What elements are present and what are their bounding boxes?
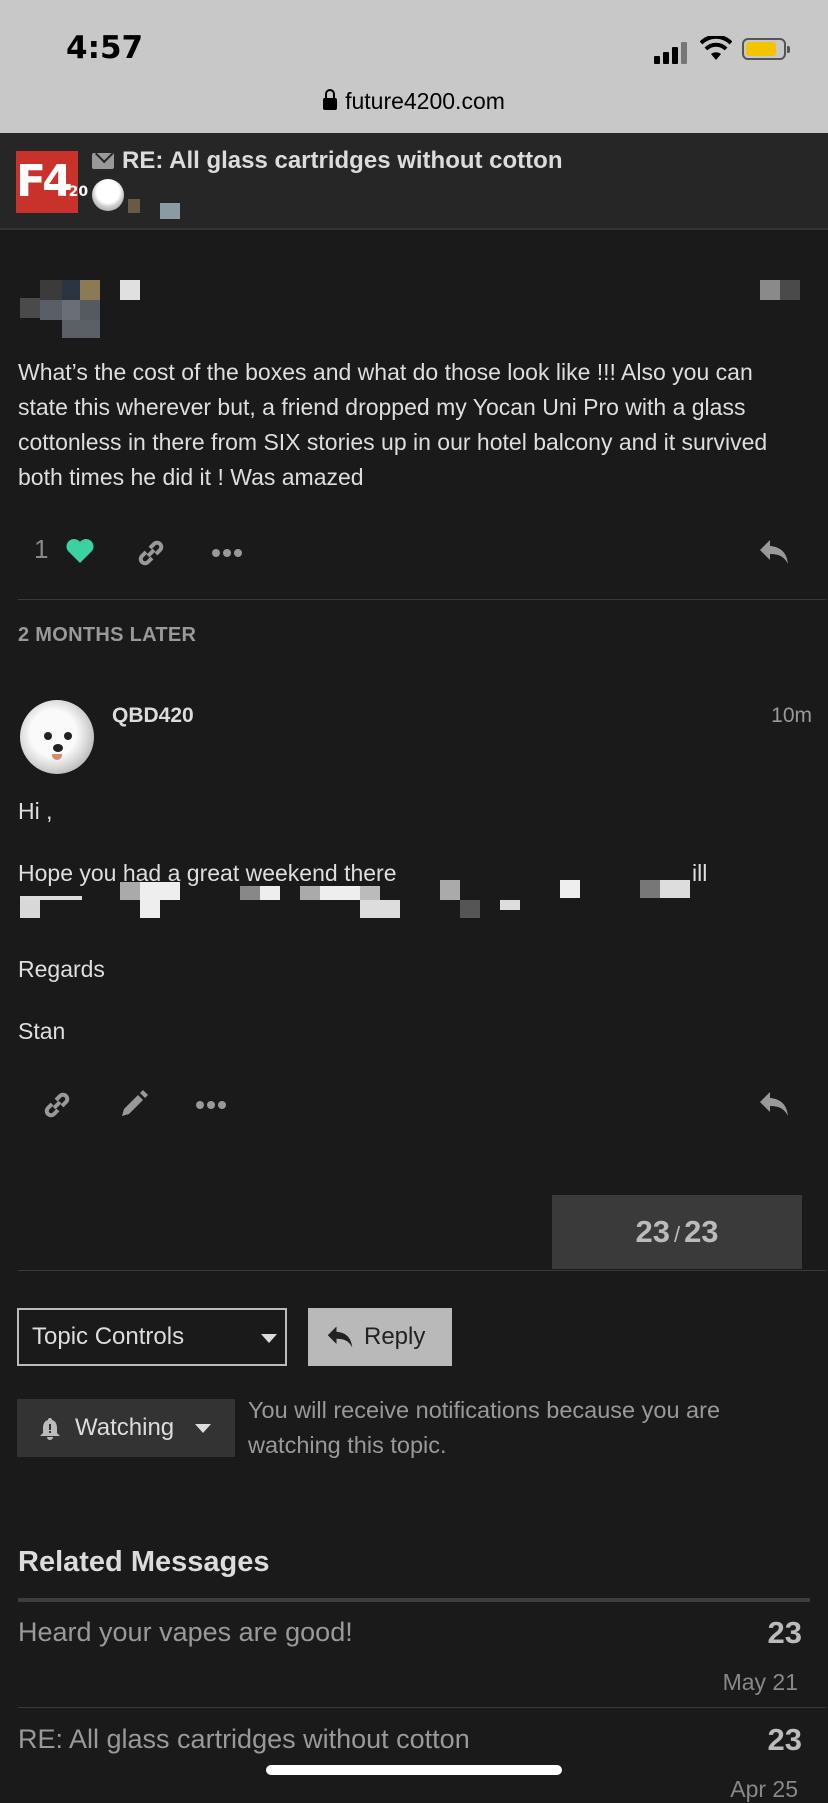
link-icon[interactable]	[42, 1090, 72, 1120]
participant-avatar[interactable]	[92, 179, 124, 211]
related-title[interactable]: Heard your vapes are good!	[18, 1617, 353, 1648]
caret-down-icon	[195, 1424, 211, 1433]
reply-icon	[327, 1326, 353, 1348]
pencil-icon[interactable]	[118, 1090, 148, 1120]
progress-current: 23	[635, 1214, 670, 1249]
bell-icon	[40, 1418, 60, 1440]
url-bar[interactable]: future4200.com	[0, 88, 828, 115]
greeting-text: Hi ,	[18, 798, 53, 824]
redacted-block	[128, 199, 140, 213]
progress-total: 23	[684, 1214, 719, 1249]
reply-icon[interactable]	[758, 538, 790, 566]
cellular-signal-icon	[654, 40, 688, 64]
wifi-icon	[700, 36, 732, 60]
avatar[interactable]	[20, 700, 94, 774]
username[interactable]: QBD420	[112, 704, 194, 728]
message-tail: ill	[692, 856, 752, 891]
battery-icon	[742, 38, 790, 60]
regards-text: Regards	[18, 956, 105, 982]
notification-description: You will receive notifications because y…	[248, 1397, 721, 1458]
topic-progress[interactable]: 23/23	[552, 1195, 802, 1269]
more-icon[interactable]	[212, 548, 242, 558]
url-text: future4200.com	[345, 88, 505, 114]
reply-count: 23	[767, 1615, 802, 1650]
reply-icon[interactable]	[758, 1090, 790, 1118]
related-title[interactable]: RE: All glass cartridges without cotton	[18, 1724, 470, 1755]
post-body: Regards	[18, 952, 808, 987]
watching-label: Watching	[75, 1414, 175, 1441]
topic-controls-dropdown[interactable]: Topic Controls	[17, 1308, 287, 1366]
post-actions: 1	[0, 530, 828, 574]
topic-controls-label: Topic Controls	[32, 1323, 185, 1350]
topic-header: F420 RE: All glass cartridges without co…	[0, 133, 828, 230]
related-messages-heading: Related Messages	[18, 1546, 270, 1578]
message-tail-text: ill	[692, 860, 708, 886]
post-actions	[0, 1082, 828, 1126]
heart-icon[interactable]	[66, 538, 94, 564]
status-time: 4:57	[66, 30, 144, 66]
signature-text: Stan	[18, 1018, 66, 1044]
reply-button[interactable]: Reply	[308, 1308, 452, 1366]
redacted-block	[160, 203, 180, 219]
envelope-icon	[92, 153, 114, 169]
post-time[interactable]: 10m	[771, 704, 812, 728]
post-text: What’s the cost of the boxes and what do…	[18, 359, 768, 490]
link-icon[interactable]	[136, 538, 166, 568]
time-gap-label: 2 MONTHS LATER	[18, 624, 197, 646]
divider	[18, 599, 826, 600]
activity-date: May 21	[722, 1669, 798, 1695]
lock-icon	[323, 89, 338, 110]
more-icon[interactable]	[196, 1100, 226, 1110]
post-body: What’s the cost of the boxes and what do…	[18, 355, 808, 495]
divider	[18, 1707, 826, 1708]
post-body: Hi ,	[18, 794, 808, 829]
divider	[18, 1598, 810, 1602]
post-body: Stan	[18, 1014, 808, 1049]
like-count: 1	[34, 534, 49, 564]
message-text: Hope you had a great weekend there	[18, 860, 397, 886]
site-logo[interactable]: F420	[16, 151, 88, 213]
progress-separator: /	[673, 1222, 681, 1247]
activity-date: Apr 25	[730, 1776, 798, 1802]
reply-label: Reply	[364, 1323, 426, 1350]
reply-count: 23	[767, 1722, 802, 1757]
home-indicator[interactable]	[266, 1765, 562, 1775]
notification-level-button[interactable]: Watching	[17, 1399, 235, 1457]
browser-chrome: 4:57 future4200.com	[0, 0, 828, 133]
divider	[18, 1270, 826, 1271]
topic-title[interactable]: RE: All glass cartridges without cotton	[122, 147, 562, 175]
caret-down-icon	[261, 1334, 277, 1343]
